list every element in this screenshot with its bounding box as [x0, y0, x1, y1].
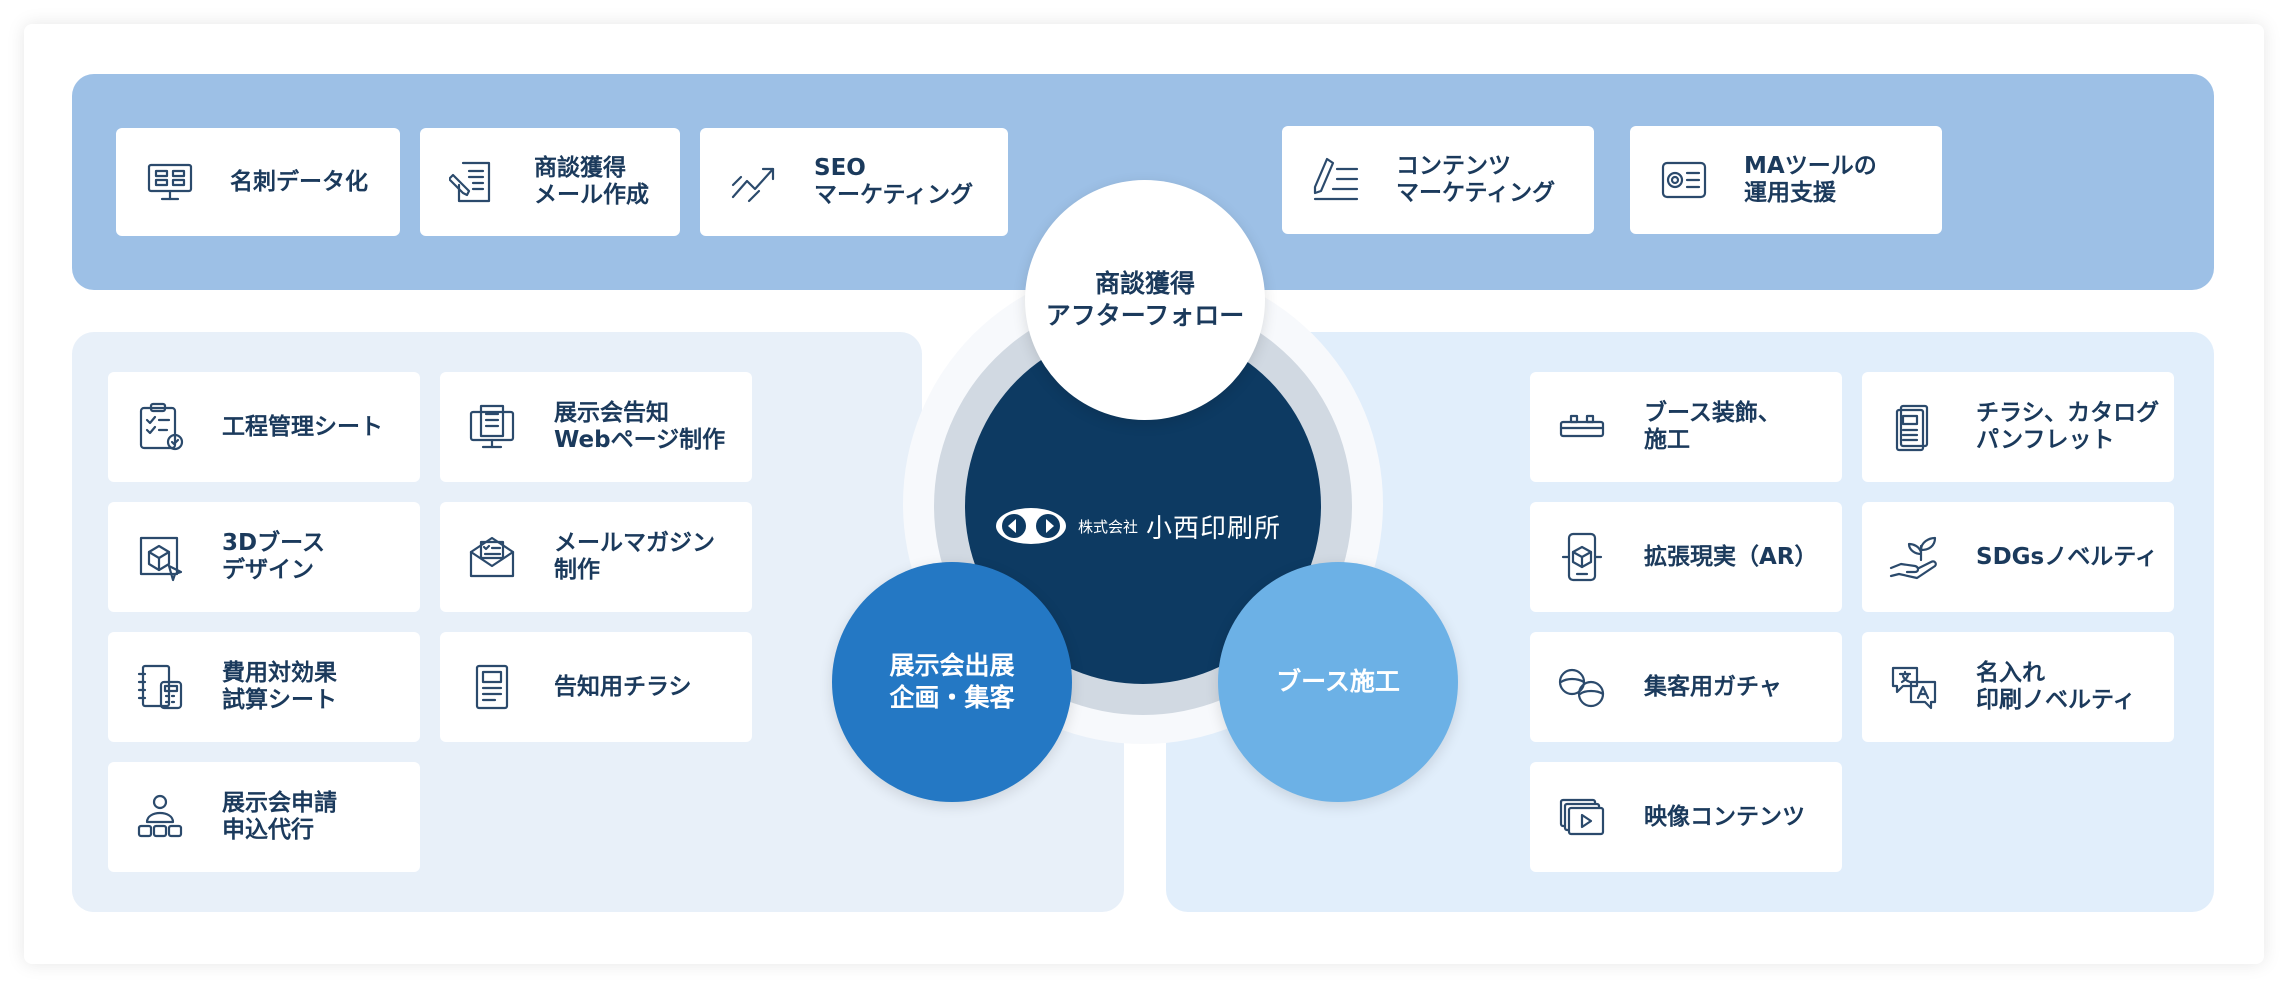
- bubble-booth-construction: ブース施工: [1218, 562, 1458, 802]
- cube-cursor-icon: [132, 529, 188, 585]
- card-label: 展示会告知 Webページ制作: [554, 400, 726, 453]
- card-sdgs-novelty: SDGsノベルティ: [1862, 502, 2174, 612]
- card-catalog: チラシ、カタログ パンフレット: [1862, 372, 2174, 482]
- card-label: ブース装飾、 施工: [1644, 400, 1781, 453]
- logo-mark-icon: [996, 508, 1066, 544]
- card-mail-magazine: メールマガジン 制作: [440, 502, 752, 612]
- card-label: 名入れ 印刷ノベルティ: [1976, 660, 2136, 713]
- card-label: 集客用ガチャ: [1644, 673, 1782, 700]
- card-label: メールマガジン 制作: [554, 530, 715, 583]
- card-seo: SEO マーケティング: [700, 128, 1008, 236]
- card-label: 工程管理シート: [222, 413, 383, 440]
- card-business-card-data: 名刺データ化: [116, 128, 400, 236]
- card-process-sheet: 工程管理シート: [108, 372, 420, 482]
- trend-chart-icon: [726, 154, 782, 210]
- card-label: チラシ、カタログ パンフレット: [1976, 400, 2160, 453]
- logo-prefix: 株式会社: [1078, 517, 1139, 536]
- pen-list-icon: [1308, 152, 1364, 208]
- calculator-notebook-icon: [132, 659, 188, 715]
- card-ar: 拡張現実（AR）: [1530, 502, 1842, 612]
- card-notice-flyer: 告知用チラシ: [440, 632, 752, 742]
- card-gacha: 集客用ガチャ: [1530, 632, 1842, 742]
- phone-cube-icon: [1554, 529, 1610, 585]
- company-logo: 株式会社 小西印刷所: [994, 506, 1294, 546]
- card-name-printing-novelty: 名入れ 印刷ノベルティ: [1862, 632, 2174, 742]
- card-label: 拡張現実（AR）: [1644, 543, 1818, 570]
- card-label: 名刺データ化: [230, 168, 368, 195]
- envelope-list-icon: [464, 529, 520, 585]
- flyer-icon: [464, 659, 520, 715]
- card-label: SDGsノベルティ: [1976, 543, 2158, 570]
- card-label: 告知用チラシ: [554, 673, 692, 700]
- mail-writing-icon: [446, 154, 502, 210]
- person-boxes-icon: [132, 789, 188, 845]
- card-label: 費用対効果 試算シート: [222, 660, 337, 713]
- bubble-exhibition-planning: 展示会出展 企画・集客: [832, 562, 1072, 802]
- card-exhibition-application: 展示会申請 申込代行: [108, 762, 420, 872]
- catalog-icon: [1886, 399, 1942, 455]
- card-cost-effect: 費用対効果 試算シート: [108, 632, 420, 742]
- business-card-scan-icon: [142, 154, 198, 210]
- gear-list-icon: [1656, 152, 1712, 208]
- card-label: MAツールの 運用支援: [1744, 153, 1877, 206]
- logo-company-name: 小西印刷所: [1146, 513, 1282, 544]
- card-video-content: 映像コンテンツ: [1530, 762, 1842, 872]
- card-3d-booth: 3Dブース デザイン: [108, 502, 420, 612]
- card-exhibition-web: 展示会告知 Webページ制作: [440, 372, 752, 482]
- translate-bubble-icon: [1886, 659, 1942, 715]
- card-sales-mail: 商談獲得 メール作成: [420, 128, 680, 236]
- card-label: 商談獲得 メール作成: [534, 155, 649, 208]
- card-label: SEO マーケティング: [814, 155, 974, 208]
- card-booth-decoration: ブース装飾、 施工: [1530, 372, 1842, 482]
- hand-sprout-icon: [1886, 529, 1942, 585]
- card-content-marketing: コンテンツ マーケティング: [1282, 126, 1594, 234]
- card-label: 3Dブース デザイン: [222, 530, 325, 583]
- bubble-sales-followup: 商談獲得 アフターフォロー: [1025, 180, 1265, 420]
- card-label: 展示会申請 申込代行: [222, 790, 337, 843]
- booth-counter-icon: [1554, 399, 1610, 455]
- card-ma-tool: MAツールの 運用支援: [1630, 126, 1942, 234]
- clipboard-check-icon: [132, 399, 188, 455]
- video-stack-icon: [1554, 789, 1610, 845]
- card-label: 映像コンテンツ: [1644, 803, 1805, 830]
- capsule-toy-icon: [1554, 659, 1610, 715]
- monitor-doc-icon: [464, 399, 520, 455]
- card-label: コンテンツ マーケティング: [1396, 153, 1556, 206]
